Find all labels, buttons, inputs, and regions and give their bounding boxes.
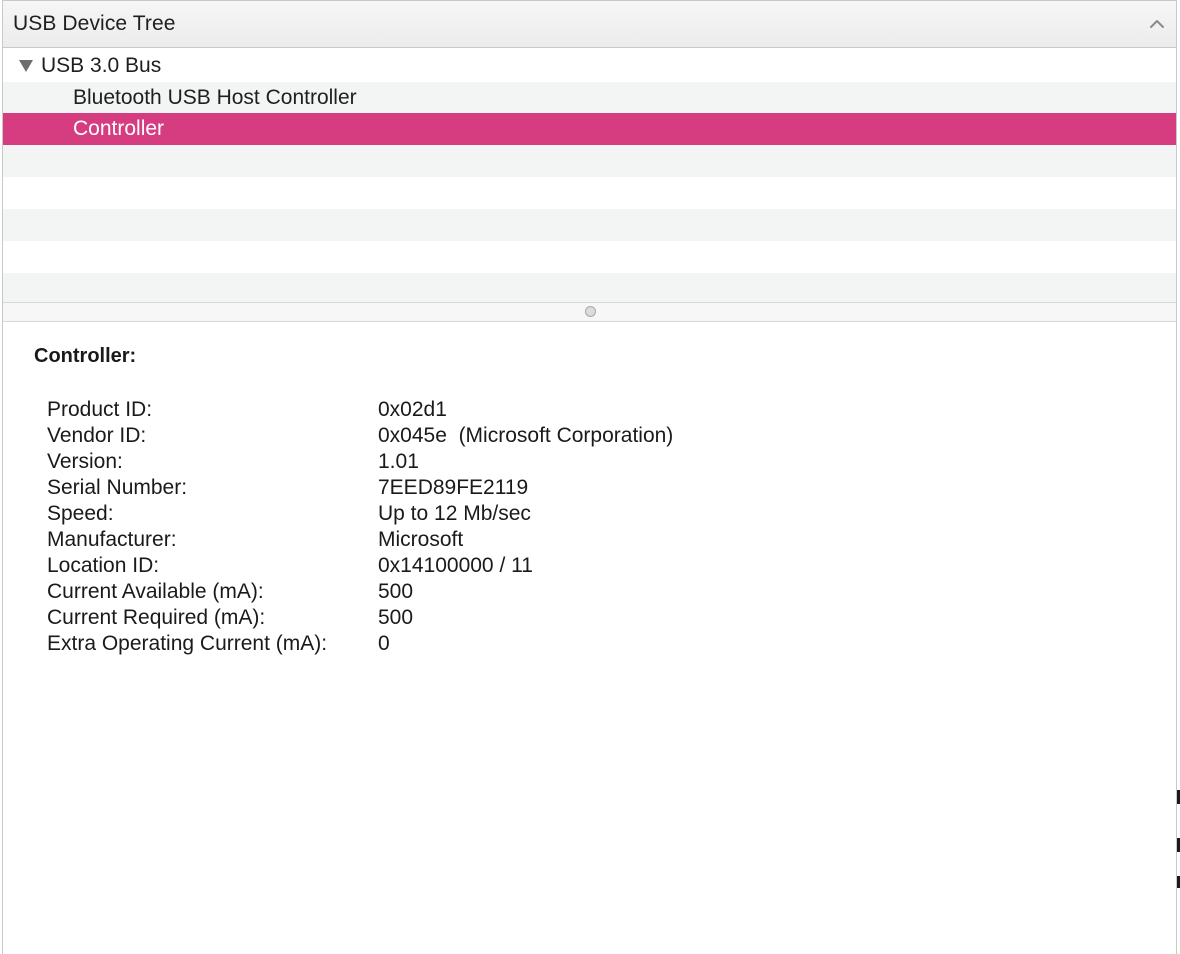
usb-device-tree-panel: USB Device Tree USB 3.0 Bus Bluetooth US… [2,0,1177,954]
panel-header: USB Device Tree [3,0,1176,48]
tree-item-label: Bluetooth USB Host Controller [73,86,357,109]
property-key: Serial Number: [47,476,188,499]
tree-item-label: Controller [73,117,165,140]
property-key: Version: [47,450,123,473]
property-value: Up to 12 Mb/sec [378,502,531,525]
property-key: Product ID: [47,398,153,421]
property-value: 0x14100000 / 11 [378,554,533,577]
property-value: 0 [378,632,390,655]
property-key: Current Required (mA): [47,606,266,629]
details-title: Controller: [34,345,137,367]
property-value: 500 [378,606,414,629]
property-key: Manufacturer: [47,528,177,551]
property-key: Vendor ID: [47,424,147,447]
device-tree: USB 3.0 Bus Bluetooth USB Host Controlle… [3,50,1176,302]
property-key: Current Available (mA): [47,580,264,603]
splitter-handle-icon[interactable] [585,306,596,317]
property-value: 500 [378,580,414,603]
tree-item-label: USB 3.0 Bus [41,54,162,77]
tree-item-bluetooth-controller[interactable]: Bluetooth USB Host Controller [3,82,1176,114]
tree-item-controller[interactable]: Controller [3,113,1176,145]
panel-title: USB Device Tree [13,12,176,35]
tree-empty-row [3,177,1176,209]
device-details: Controller: Product ID: 0x02d1 Vendor ID… [3,322,1176,954]
tree-empty-row [3,273,1176,302]
pane-splitter[interactable] [3,302,1176,322]
property-key: Location ID: [47,554,160,577]
tree-empty-row [3,145,1176,177]
tree-item-usb-bus[interactable]: USB 3.0 Bus [3,50,1176,82]
property-value: 0x045e (Microsoft Corporation) [378,424,674,447]
property-value: Microsoft [378,528,464,551]
property-value: 0x02d1 [378,398,447,421]
chevron-up-icon[interactable] [1146,13,1168,35]
tree-empty-row [3,209,1176,241]
property-value: 1.01 [378,450,419,473]
disclosure-triangle-icon[interactable] [18,59,34,73]
property-value: 7EED89FE2119 [378,476,529,499]
property-key: Extra Operating Current (mA): [47,632,328,655]
property-key: Speed: [47,502,114,525]
tree-empty-row [3,241,1176,273]
